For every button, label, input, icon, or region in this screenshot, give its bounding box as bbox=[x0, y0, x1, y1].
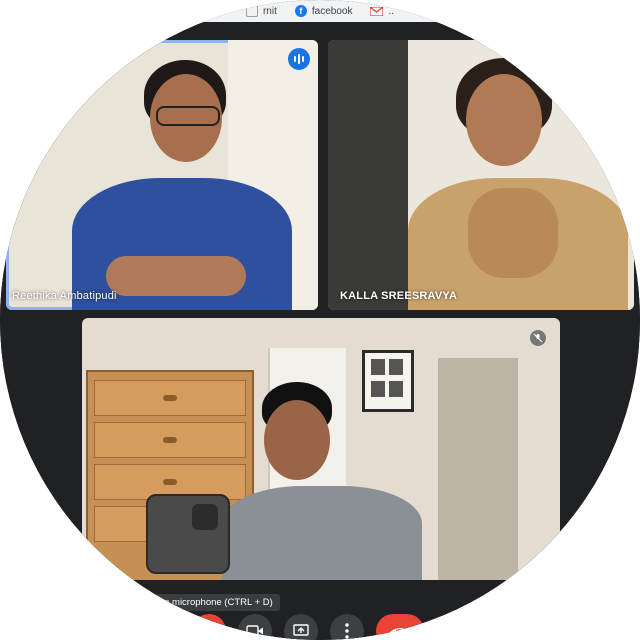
mic-off-icon bbox=[202, 623, 216, 639]
leave-call-button[interactable] bbox=[376, 614, 424, 640]
camera-button[interactable] bbox=[238, 614, 272, 640]
participant-video-person bbox=[408, 58, 628, 310]
camera-icon bbox=[246, 625, 264, 637]
meeting-screenshot-circle: rnit f facebook .. Reethika Ambatipudi K… bbox=[0, 0, 640, 640]
participant-video-person bbox=[66, 60, 292, 310]
bookmark-label: .. bbox=[388, 5, 395, 17]
audio-level-icon bbox=[288, 48, 310, 70]
bookmark-label: facebook bbox=[311, 5, 353, 17]
more-options-icon bbox=[345, 623, 349, 639]
microphone-button[interactable] bbox=[192, 614, 226, 640]
participant-video-person bbox=[202, 382, 432, 580]
end-call-icon bbox=[389, 626, 411, 636]
call-controls bbox=[192, 614, 424, 640]
bookmarks-bar: rnit f facebook .. bbox=[0, 0, 640, 23]
participant-tile-reethika[interactable]: Reethika Ambatipudi bbox=[6, 40, 318, 310]
participant-tile-kalla[interactable]: KALLA SREESRAVYA bbox=[328, 40, 634, 310]
door-background bbox=[328, 40, 408, 310]
phone-in-hand bbox=[146, 494, 230, 574]
participant-name: Reethika Ambatipudi bbox=[12, 290, 117, 302]
bookmark-gmail[interactable]: .. bbox=[370, 6, 394, 17]
doorway bbox=[438, 358, 518, 580]
microphone-tooltip: Turn on microphone (CTRL + D) bbox=[130, 594, 280, 611]
participant-name: KALLA SREESRAVYA bbox=[340, 290, 458, 302]
present-button[interactable] bbox=[284, 614, 318, 640]
participant-tile-self[interactable] bbox=[82, 318, 560, 580]
bookmark-rnit[interactable]: rnit bbox=[245, 5, 277, 17]
gmail-icon bbox=[370, 6, 384, 16]
bookmark-facebook[interactable]: f facebook bbox=[294, 5, 353, 17]
facebook-icon: f bbox=[294, 5, 307, 17]
present-screen-icon bbox=[293, 624, 309, 638]
more-options-button[interactable] bbox=[330, 614, 364, 640]
generic-icon bbox=[245, 5, 258, 17]
bookmark-label: rnit bbox=[262, 5, 277, 17]
participant-grid: Reethika Ambatipudi KALLA SREESRAVYA Tur… bbox=[0, 22, 640, 640]
mic-off-icon bbox=[530, 330, 546, 346]
